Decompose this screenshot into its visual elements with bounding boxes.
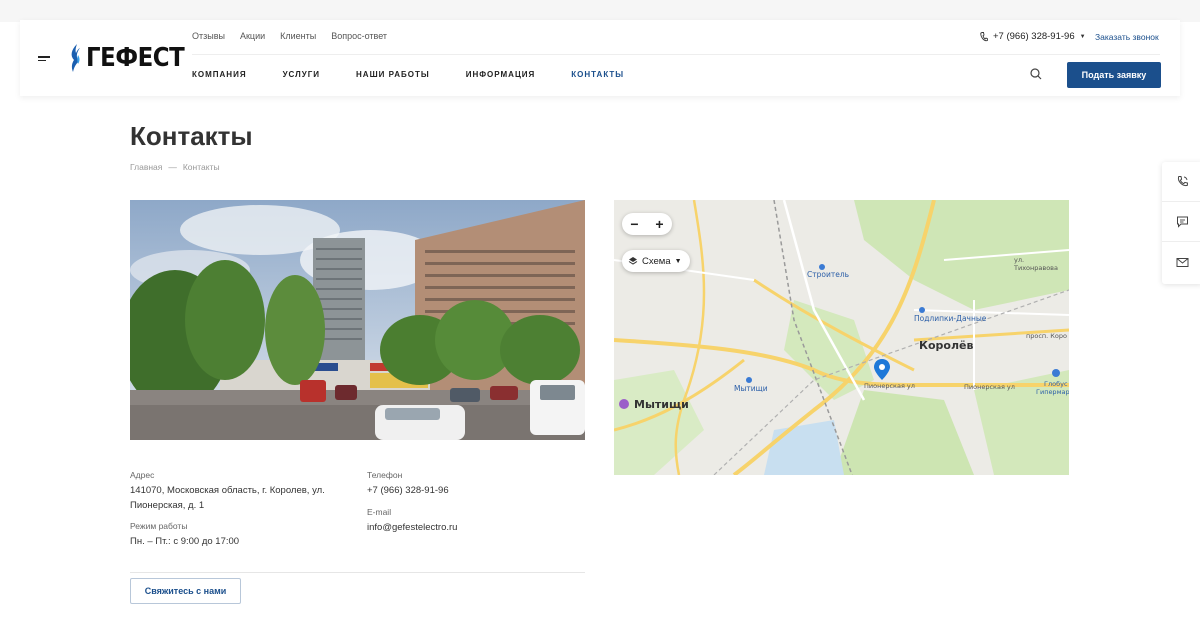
top-link-clients[interactable]: Клиенты — [280, 31, 316, 41]
map[interactable]: − + Схема ▼ Королёв Мытищи Строитель Под… — [614, 200, 1069, 475]
hours-label: Режим работы — [130, 521, 188, 531]
hours-value: Пн. – Пт.: с 9:00 до 17:00 — [130, 536, 240, 547]
nav-item-info[interactable]: ИНФОРМАЦИЯ — [466, 70, 536, 79]
map-label-pionerskaya: Пионерская ул — [864, 382, 915, 390]
map-label-podlipki: Подлипки-Дачные — [914, 314, 987, 323]
map-label-prospekt: просп. Коро — [1026, 332, 1068, 340]
map-label-pionerskaya-east: Пионерская ул — [964, 383, 1015, 391]
contacts-divider — [130, 572, 585, 573]
map-label-mytishchi-station: Мытищи — [734, 384, 768, 393]
site-header: ГЕФЕСТ Отзывы Акции Клиенты Вопрос-ответ… — [20, 20, 1180, 96]
breadcrumb-home[interactable]: Главная — [130, 162, 162, 172]
zoom-out-button[interactable]: − — [630, 216, 638, 232]
burger-icon[interactable] — [38, 56, 50, 62]
logo-flame-icon — [71, 44, 80, 72]
chevron-down-icon: ▼ — [674, 257, 682, 265]
email-label: E-mail — [367, 507, 392, 517]
top-band — [0, 0, 1200, 22]
office-photo — [130, 200, 585, 440]
address-line-1: 141070, Московская область, г. Королев, … — [130, 485, 325, 496]
map-layer-selector[interactable]: Схема ▼ — [622, 250, 690, 272]
phone-call-icon — [1177, 176, 1188, 187]
email-value[interactable]: info@gefestelectro.ru — [367, 520, 457, 535]
chevron-down-icon[interactable]: ▼ — [1080, 34, 1086, 40]
contact-us-button[interactable]: Свяжитесь с нами — [130, 578, 241, 604]
hours-block: Режим работы Пн. – Пт.: с 9:00 до 17:00 — [130, 519, 239, 549]
search-icon[interactable] — [1030, 68, 1042, 80]
top-link-faq[interactable]: Вопрос-ответ — [331, 31, 387, 41]
callback-link[interactable]: Заказать звонок — [1095, 32, 1159, 42]
chat-icon — [1176, 216, 1188, 228]
breadcrumb-current: Контакты — [182, 162, 220, 172]
breadcrumb: Главная — Контакты — [130, 162, 220, 172]
map-label-globus-sub: Гипермаркет — [1036, 388, 1069, 396]
phone-value[interactable]: +7 (966) 328-91-96 — [367, 483, 449, 498]
phone-label: Телефон — [367, 470, 403, 480]
top-link-reviews[interactable]: Отзывы — [192, 31, 225, 41]
floating-sidebar — [1162, 162, 1200, 284]
logo[interactable]: ГЕФЕСТ — [68, 42, 198, 74]
submit-request-button[interactable]: Подать заявку — [1067, 62, 1161, 88]
phone-icon — [980, 31, 988, 41]
map-label-korolev: Королёв — [919, 339, 974, 352]
nav-item-contacts[interactable]: КОНТАКТЫ — [571, 70, 624, 79]
side-mail[interactable] — [1162, 242, 1200, 282]
map-zoom-control: − + — [622, 213, 672, 235]
phone-block: Телефон +7 (966) 328-91-96 — [367, 468, 449, 498]
address-line-2: Пионерская, д. 1 — [130, 500, 205, 511]
side-chat[interactable] — [1162, 202, 1200, 242]
header-phone-number: +7 (966) 328-91-96 — [993, 31, 1075, 42]
nav-item-services[interactable]: УСЛУГИ — [283, 70, 320, 79]
mail-icon — [1176, 257, 1188, 267]
email-block: E-mail info@gefestelectro.ru — [367, 505, 457, 535]
header-divider — [192, 54, 1160, 55]
map-layer-label: Схема — [642, 255, 671, 267]
zoom-in-button[interactable]: + — [655, 216, 663, 232]
top-links: Отзывы Акции Клиенты Вопрос-ответ — [192, 31, 387, 41]
side-callback[interactable] — [1162, 162, 1200, 202]
top-link-promos[interactable]: Акции — [240, 31, 265, 41]
map-label-tikhonravova: ул. Тихонравова — [1014, 256, 1058, 272]
nav-item-company[interactable]: КОМПАНИЯ — [192, 70, 247, 79]
address-block: Адрес 141070, Московская область, г. Кор… — [130, 468, 360, 513]
header-phone[interactable]: +7 (966) 328-91-96 ▼ — [980, 31, 1086, 42]
map-label-stroitel: Строитель — [807, 270, 850, 279]
page-title: Контакты — [130, 121, 253, 151]
main-nav: КОМПАНИЯ УСЛУГИ НАШИ РАБОТЫ ИНФОРМАЦИЯ К… — [192, 70, 660, 79]
layers-icon — [628, 257, 638, 265]
breadcrumb-separator: — — [168, 162, 177, 172]
map-label-mytishchi: Мытищи — [634, 398, 689, 411]
map-label-globus: Глобус — [1044, 380, 1068, 388]
logo-text: ГЕФЕСТ — [86, 43, 185, 73]
nav-item-works[interactable]: НАШИ РАБОТЫ — [356, 70, 430, 79]
address-label: Адрес — [130, 470, 155, 480]
